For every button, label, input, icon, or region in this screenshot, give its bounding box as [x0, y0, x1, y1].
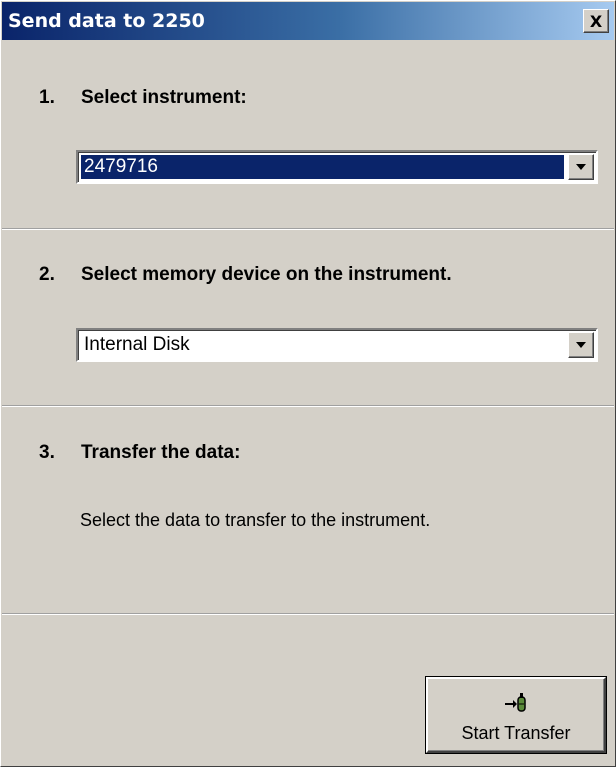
transfer-description: Select the data to transfer to the instr…: [80, 510, 431, 530]
step-2-label: Select memory device on the instrument.: [81, 264, 452, 285]
step-1-heading: 1. Select instrument:: [39, 87, 247, 109]
step-3-heading: 3. Transfer the data:: [39, 442, 240, 464]
close-icon: X: [589, 11, 603, 31]
step-3-number: 3.: [39, 442, 55, 463]
separator-2: [2, 405, 614, 407]
separator-3: [2, 613, 614, 615]
step-3-label: Transfer the data:: [81, 442, 241, 463]
instrument-select-dropdown-button[interactable]: [568, 154, 594, 180]
chevron-down-icon: [576, 164, 586, 170]
instrument-select-value: 2479716: [80, 154, 565, 180]
start-transfer-label: Start Transfer: [461, 723, 571, 743]
memory-device-select[interactable]: Internal Disk: [76, 328, 598, 362]
close-button[interactable]: X: [583, 9, 609, 33]
title-bar[interactable]: Send data to 2250 X: [2, 2, 614, 40]
step-2-number: 2.: [39, 264, 55, 285]
window-title: Send data to 2250: [8, 10, 205, 32]
memory-device-dropdown-button[interactable]: [568, 332, 594, 358]
separator-1: [2, 228, 614, 230]
send-data-dialog: Send data to 2250 X 1. Select instrument:…: [0, 0, 616, 767]
step-2-heading: 2. Select memory device on the instrument…: [39, 264, 452, 286]
start-transfer-button[interactable]: Start Transfer: [426, 677, 606, 753]
memory-device-select-value: Internal Disk: [84, 334, 190, 355]
step-1-number: 1.: [39, 87, 55, 108]
step-1-label: Select instrument:: [81, 87, 247, 108]
instrument-select[interactable]: 2479716: [76, 150, 598, 184]
transfer-to-device-icon: [505, 693, 526, 712]
chevron-down-icon: [576, 342, 586, 348]
